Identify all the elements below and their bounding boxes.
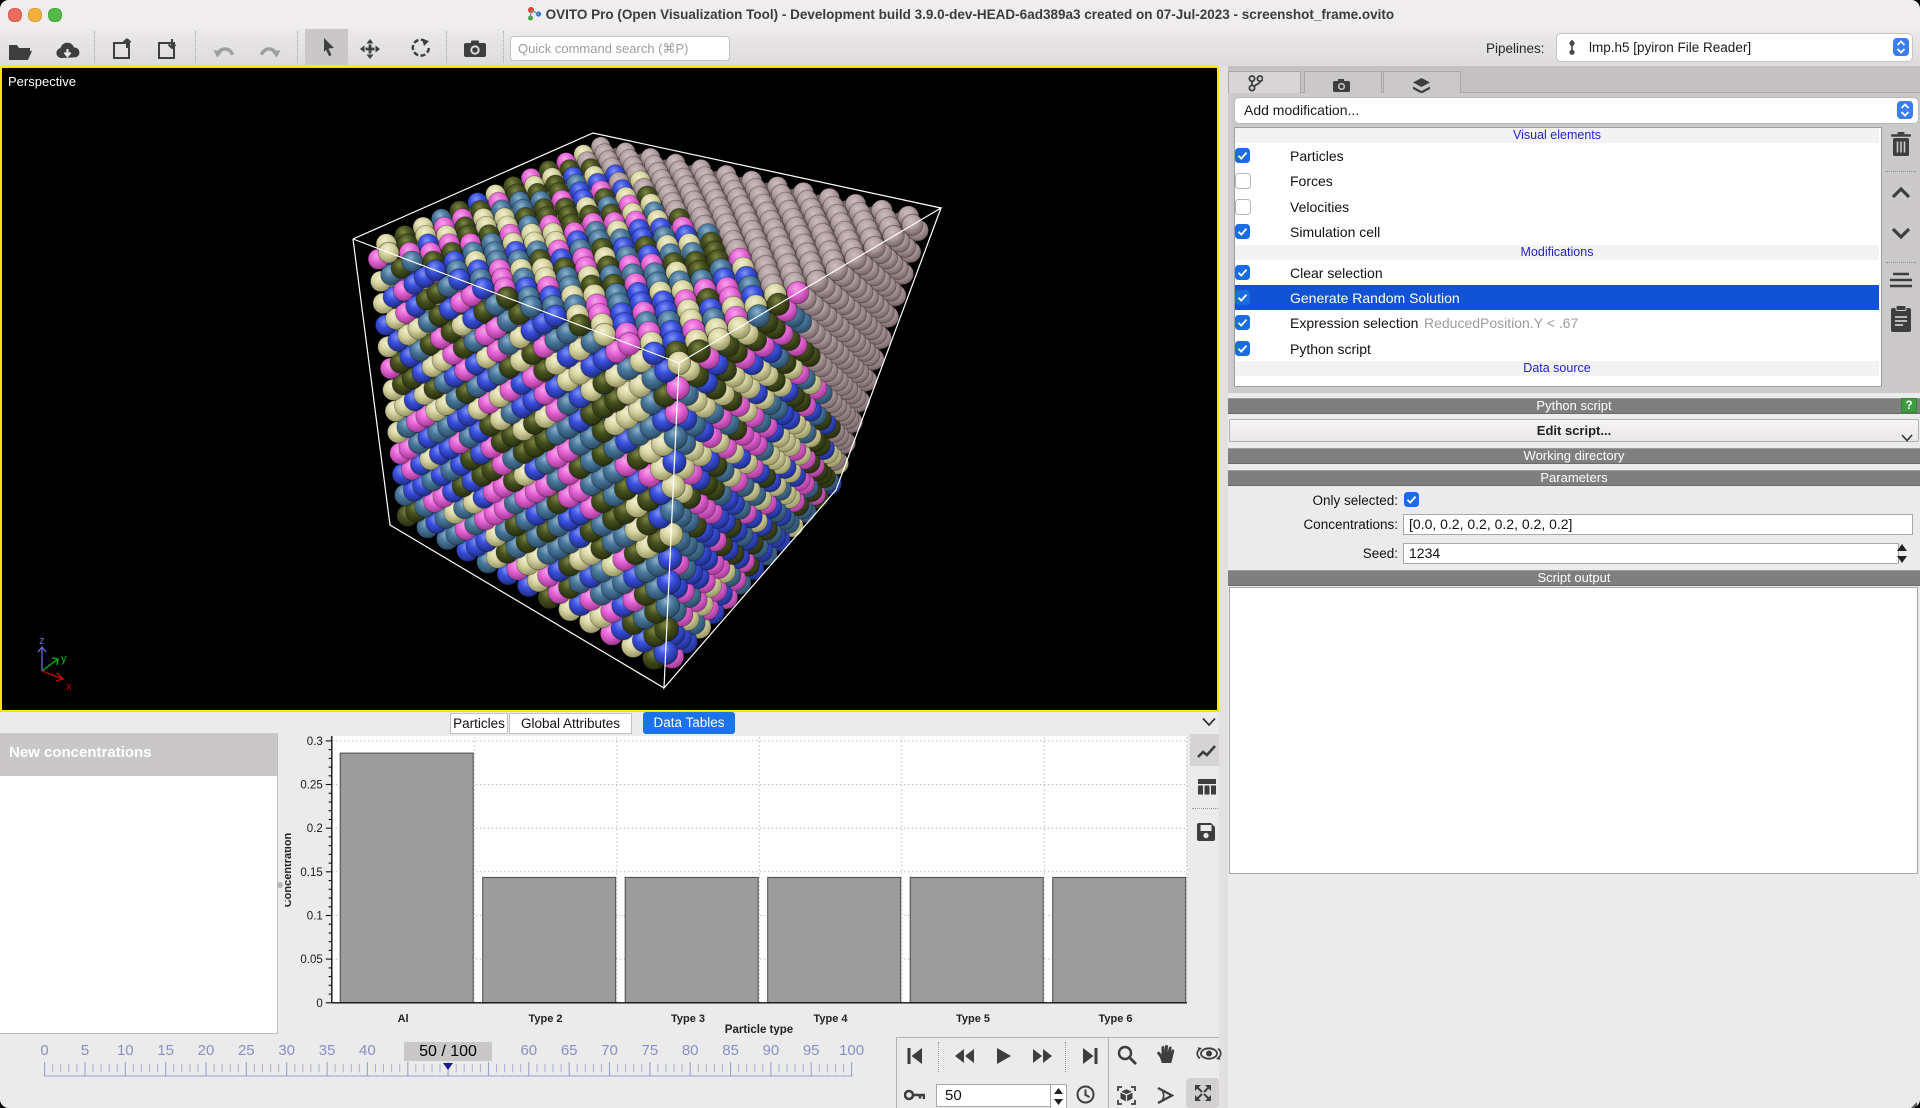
- svg-text:95: 95: [803, 1042, 820, 1059]
- svg-text:25: 25: [238, 1042, 255, 1059]
- svg-text:75: 75: [642, 1042, 659, 1059]
- svg-text:0.3: 0.3: [307, 736, 323, 748]
- svg-text:0: 0: [316, 998, 322, 1010]
- svg-text:35: 35: [319, 1042, 336, 1059]
- svg-text:40: 40: [359, 1042, 376, 1059]
- svg-text:0.25: 0.25: [300, 780, 322, 792]
- svg-text:z: z: [39, 635, 45, 647]
- svg-text:Al: Al: [398, 1013, 409, 1025]
- svg-text:y: y: [61, 653, 67, 665]
- svg-text:0.15: 0.15: [300, 867, 322, 879]
- svg-text:15: 15: [157, 1042, 174, 1059]
- svg-text:Type 5: Type 5: [956, 1013, 990, 1025]
- svg-text:10: 10: [117, 1042, 134, 1059]
- svg-text:0.1: 0.1: [307, 911, 323, 923]
- svg-text:85: 85: [722, 1042, 739, 1059]
- svg-text:5: 5: [81, 1042, 89, 1059]
- svg-text:90: 90: [763, 1042, 780, 1059]
- svg-text:x: x: [66, 681, 72, 693]
- svg-text:Type 2: Type 2: [528, 1013, 562, 1025]
- svg-text:Concentration: Concentration: [285, 832, 294, 907]
- svg-text:80: 80: [682, 1042, 699, 1059]
- svg-text:70: 70: [601, 1042, 618, 1059]
- svg-text:30: 30: [278, 1042, 295, 1059]
- svg-text:0: 0: [40, 1042, 48, 1059]
- svg-text:65: 65: [561, 1042, 578, 1059]
- svg-text:100: 100: [839, 1042, 864, 1059]
- svg-text:Type 6: Type 6: [1098, 1013, 1132, 1025]
- svg-text:Type 3: Type 3: [671, 1013, 705, 1025]
- svg-text:Particle type: Particle type: [725, 1024, 793, 1035]
- svg-text:Type 4: Type 4: [813, 1013, 848, 1025]
- svg-text:60: 60: [520, 1042, 537, 1059]
- svg-text:20: 20: [198, 1042, 215, 1059]
- svg-text:0.2: 0.2: [307, 823, 323, 835]
- svg-text:0.05: 0.05: [300, 954, 322, 966]
